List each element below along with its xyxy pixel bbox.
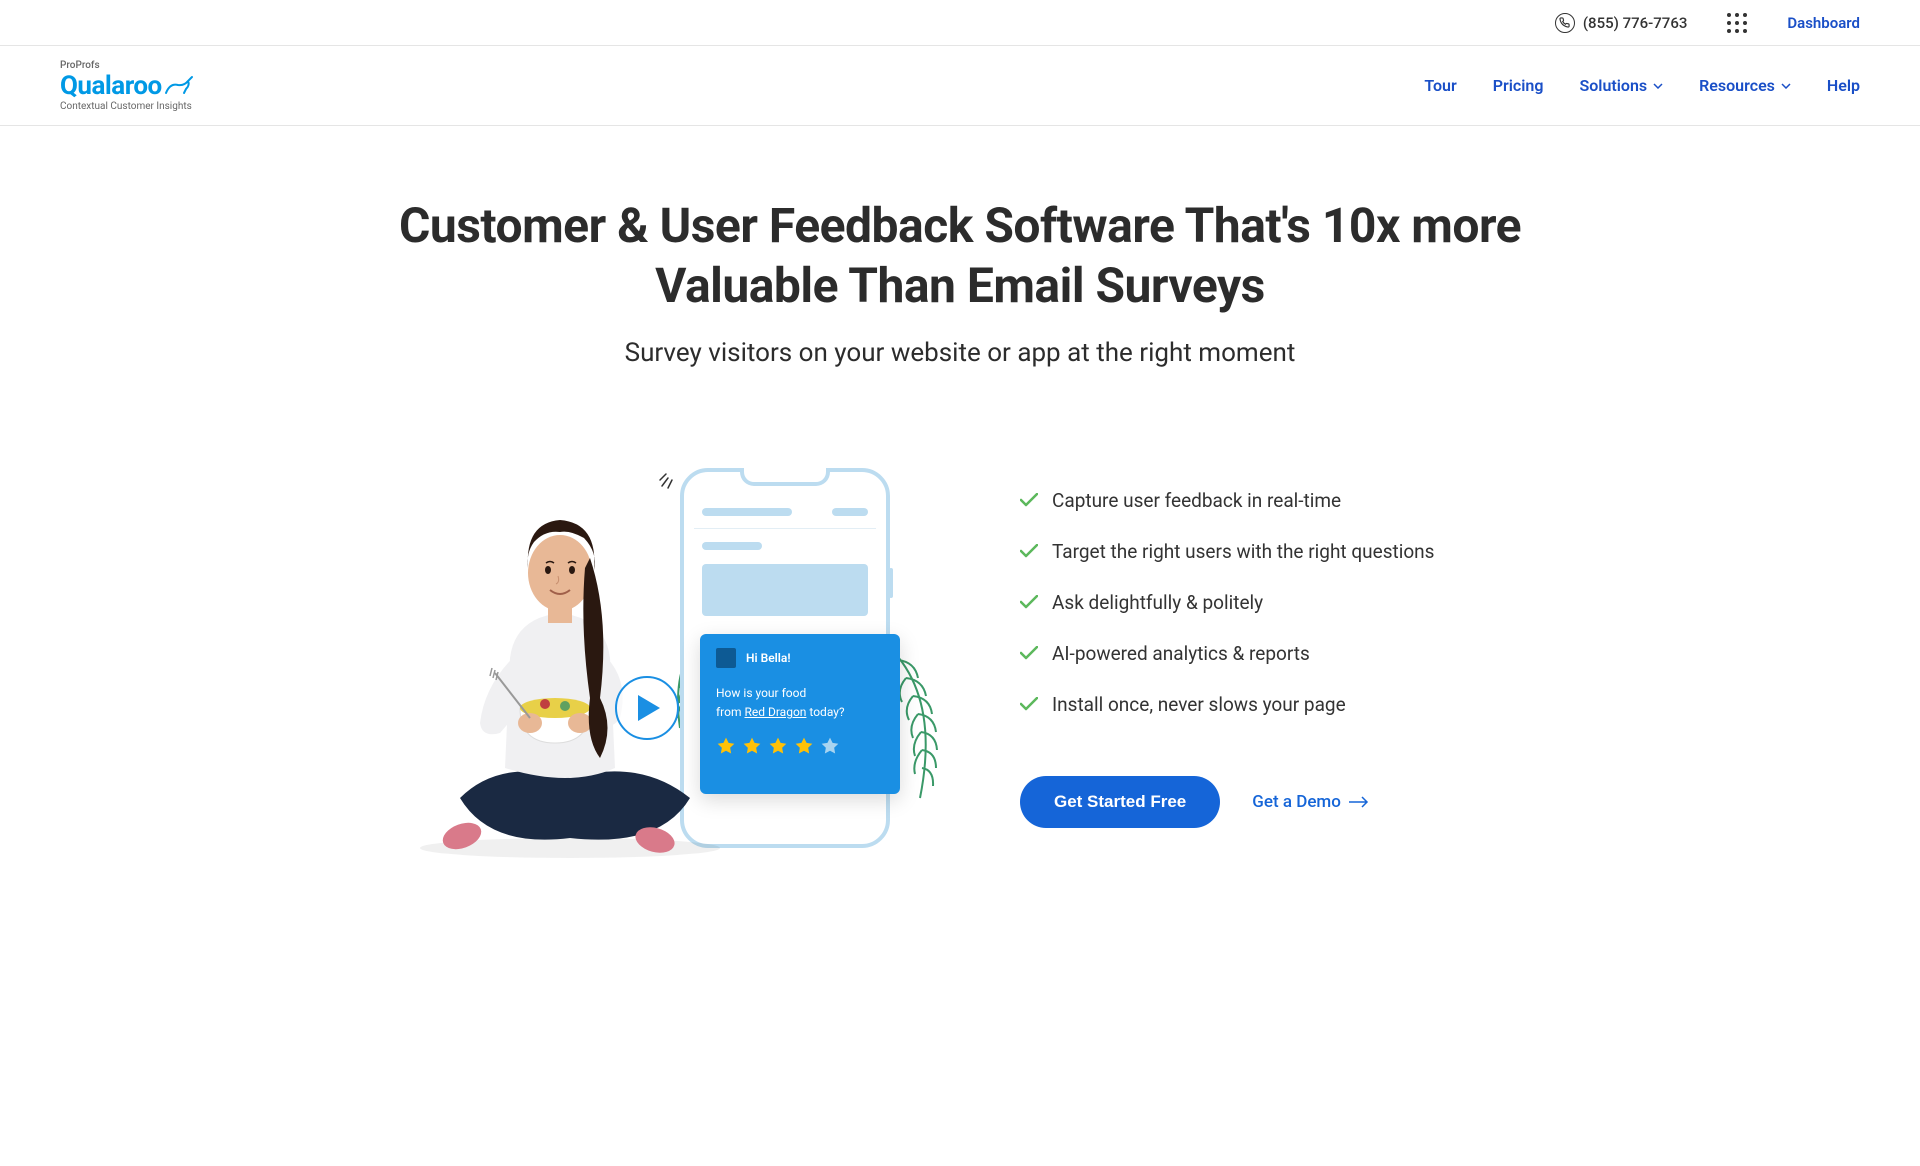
feature-item: Target the right users with the right qu… [1020, 540, 1520, 563]
dashboard-link[interactable]: Dashboard [1787, 14, 1860, 32]
check-icon [1020, 697, 1038, 711]
feature-list: Capture user feedback in real-time Targe… [1020, 489, 1520, 716]
logo-pretext: ProProfs [60, 60, 194, 71]
nav-links: Tour Pricing Solutions Resources Help [1424, 76, 1860, 95]
cta-row: Get Started Free Get a Demo [1020, 776, 1520, 828]
check-icon [1020, 595, 1038, 609]
hero-subtitle: Survey visitors on your website or app a… [380, 338, 1540, 368]
logo[interactable]: ProProfs Qualaroo Contextual Customer In… [60, 60, 194, 112]
spark-lines-icon [658, 466, 682, 490]
feature-item: Install once, never slows your page [1020, 693, 1520, 716]
check-icon [1020, 493, 1038, 507]
check-icon [1020, 646, 1038, 660]
feature-item: Ask delightfully & politely [1020, 591, 1520, 614]
chevron-down-icon [1781, 83, 1791, 89]
nav-solutions[interactable]: Solutions [1579, 76, 1663, 95]
nav-tour[interactable]: Tour [1424, 76, 1456, 95]
get-demo-link[interactable]: Get a Demo [1252, 792, 1369, 812]
nav-help[interactable]: Help [1827, 76, 1860, 95]
arrow-right-icon [1349, 796, 1369, 808]
logo-text: Qualaroo [60, 71, 162, 101]
person-illustration [400, 498, 720, 858]
star-icon[interactable] [768, 736, 788, 756]
nav-pricing[interactable]: Pricing [1493, 76, 1544, 95]
phone-text: (855) 776-7763 [1583, 14, 1688, 32]
survey-question: How is your food from Red Dragon today? [716, 684, 884, 722]
check-icon [1020, 544, 1038, 558]
kangaroo-icon [164, 75, 194, 97]
get-started-button[interactable]: Get Started Free [1020, 776, 1220, 828]
chevron-down-icon [1653, 83, 1663, 89]
phone-number[interactable]: (855) 776-7763 [1555, 13, 1688, 33]
apps-icon[interactable] [1727, 13, 1747, 33]
star-icon[interactable] [794, 736, 814, 756]
topbar: (855) 776-7763 Dashboard [0, 0, 1920, 46]
phone-icon [1555, 13, 1575, 33]
hero-title: Customer & User Feedback Software That's… [380, 196, 1540, 316]
logo-subtext: Contextual Customer Insights [60, 101, 194, 112]
hero: Customer & User Feedback Software That's… [320, 126, 1600, 408]
features: Capture user feedback in real-time Targe… [1020, 489, 1520, 828]
feature-item: AI-powered analytics & reports [1020, 642, 1520, 665]
hero-illustration: Hi Bella! How is your food from Red Drag… [400, 458, 940, 858]
survey-greeting: Hi Bella! [746, 651, 791, 665]
star-icon[interactable] [742, 736, 762, 756]
star-rating[interactable] [716, 736, 884, 756]
navbar: ProProfs Qualaroo Contextual Customer In… [0, 46, 1920, 126]
play-button[interactable] [615, 676, 679, 740]
star-icon[interactable] [820, 736, 840, 756]
feature-item: Capture user feedback in real-time [1020, 489, 1520, 512]
content-row: Hi Bella! How is your food from Red Drag… [340, 458, 1580, 858]
survey-card: Hi Bella! How is your food from Red Drag… [700, 634, 900, 794]
nav-resources[interactable]: Resources [1699, 76, 1791, 95]
play-icon [638, 695, 660, 721]
